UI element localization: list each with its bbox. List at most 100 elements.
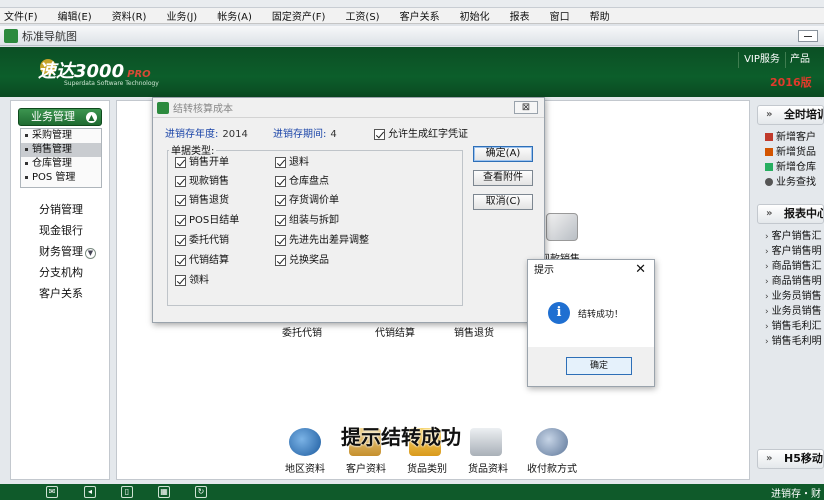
- doc-type-label: POS日结单: [189, 215, 240, 226]
- goods-data-icon[interactable]: [470, 428, 502, 456]
- menu-payroll[interactable]: 工资(S): [335, 8, 389, 23]
- region-data-icon[interactable]: [289, 428, 321, 456]
- report-link[interactable]: › 业务员销售: [765, 304, 824, 319]
- nav-finance[interactable]: 财务管理 ▼: [39, 241, 96, 262]
- report-link[interactable]: › 销售毛利明: [765, 334, 824, 349]
- dialog-close-button[interactable]: ⊠: [514, 101, 538, 114]
- goods-category-label[interactable]: 货品类别: [407, 460, 447, 475]
- menu-edit[interactable]: 编辑(E): [48, 8, 102, 23]
- business-search-link[interactable]: 业务查找: [765, 175, 824, 190]
- checkbox-checked-icon[interactable]: [275, 214, 286, 226]
- report-link[interactable]: › 客户销售汇: [765, 229, 824, 244]
- checkbox-checked-icon[interactable]: [275, 234, 286, 246]
- doc-type-checkbox[interactable]: 现款销售: [175, 175, 229, 189]
- consignment-settlement-label[interactable]: 代销结算: [375, 324, 415, 339]
- allow-red-voucher-checkbox[interactable]: 允许生成红字凭证: [374, 125, 468, 140]
- menu-business[interactable]: 业务(J): [156, 8, 207, 23]
- customer-data-label[interactable]: 客户资料: [346, 460, 386, 475]
- speaker-icon[interactable]: ◂: [84, 486, 96, 498]
- doc-type-checkbox[interactable]: 销售开单: [175, 156, 229, 170]
- dialog-title-bar[interactable]: 结转核算成本: [153, 98, 544, 118]
- menu-crm[interactable]: 客户关系: [390, 8, 450, 23]
- arrow-right-icon: ›: [765, 247, 769, 257]
- message-ok-button[interactable]: 确定: [566, 357, 632, 375]
- confirm-button[interactable]: 确定(A): [473, 146, 533, 162]
- sales-return-label[interactable]: 销售退货: [454, 324, 494, 339]
- doc-type-checkbox[interactable]: 组装与拆卸: [275, 214, 339, 228]
- expand-icon[interactable]: ▼: [85, 248, 96, 259]
- report-link[interactable]: › 客户销售明: [765, 244, 824, 259]
- checkbox-checked-icon[interactable]: [175, 254, 186, 266]
- double-chevron-icon: »: [766, 208, 773, 219]
- cancel-button[interactable]: 取消(C): [473, 194, 533, 210]
- payment-method-icon[interactable]: [536, 428, 568, 456]
- doc-type-checkbox[interactable]: 兑换奖品: [275, 254, 329, 268]
- nav-pos[interactable]: POS 管理: [21, 171, 101, 185]
- collapse-icon[interactable]: ▲: [86, 112, 97, 123]
- nav-purchase[interactable]: 采购管理: [21, 129, 101, 143]
- menu-init[interactable]: 初始化: [450, 8, 500, 23]
- doc-type-checkbox[interactable]: 存货调价单: [275, 194, 339, 208]
- minimize-button[interactable]: [798, 30, 818, 42]
- menu-fixed-assets[interactable]: 固定资产(F): [262, 8, 336, 23]
- doc-type-checkbox[interactable]: 代销结算: [175, 254, 229, 268]
- view-attachments-button[interactable]: 查看附件: [473, 170, 533, 186]
- nav-finance-label: 财务管理: [39, 245, 83, 258]
- doc-type-checkbox[interactable]: POS日结单: [175, 214, 239, 228]
- doc-type-checkbox[interactable]: 先进先出差异调整: [275, 234, 369, 248]
- nav-sales[interactable]: 销售管理: [21, 143, 101, 157]
- checkbox-checked-icon[interactable]: [275, 194, 286, 206]
- checkbox-checked-icon[interactable]: [175, 175, 186, 187]
- checkbox-checked-icon[interactable]: [175, 234, 186, 246]
- menu-window[interactable]: 窗口: [540, 8, 580, 23]
- refresh-icon[interactable]: ↻: [195, 486, 207, 498]
- product-link[interactable]: 产品: [790, 52, 810, 68]
- module-list: 分销管理 现金银行 财务管理 ▼ 分支机构 客户关系: [39, 199, 96, 304]
- cash-sales-icon[interactable]: [546, 213, 578, 241]
- checkbox-checked-icon[interactable]: [175, 214, 186, 226]
- goods-data-label[interactable]: 货品资料: [468, 460, 508, 475]
- report-link[interactable]: › 商品销售明: [765, 274, 824, 289]
- report-link[interactable]: › 业务员销售: [765, 289, 824, 304]
- checkbox-checked-icon[interactable]: [275, 254, 286, 266]
- doc-type-checkbox[interactable]: 仓库盘点: [275, 175, 329, 189]
- vip-service-link[interactable]: VIP服务: [738, 52, 786, 68]
- book-icon[interactable]: ▯: [121, 486, 133, 498]
- checkbox-checked-icon[interactable]: [275, 156, 286, 168]
- report-link[interactable]: › 销售毛利汇: [765, 319, 824, 334]
- region-data-label[interactable]: 地区资料: [285, 460, 325, 475]
- checkbox-checked-icon[interactable]: [175, 156, 186, 168]
- menu-help[interactable]: 帮助: [580, 8, 620, 23]
- mobile-section-header[interactable]: » H5移动: [757, 449, 824, 469]
- checkbox-checked-icon[interactable]: [275, 175, 286, 187]
- checkbox-checked-icon[interactable]: [175, 194, 186, 206]
- report-link[interactable]: › 商品销售汇: [765, 259, 824, 274]
- menu-data[interactable]: 资料(R): [102, 8, 157, 23]
- logo-subtitle: Superdata Software Technology: [64, 80, 159, 87]
- doc-type-checkbox[interactable]: 销售退货: [175, 194, 229, 208]
- training-section-header[interactable]: » 全时培训: [757, 105, 824, 125]
- doc-type-checkbox[interactable]: 领料: [175, 274, 209, 288]
- menu-accounts[interactable]: 帐务(A): [207, 8, 262, 23]
- consignment-label[interactable]: 委托代销: [282, 324, 322, 339]
- new-customer-link[interactable]: 新增客户: [765, 130, 824, 145]
- new-goods-link[interactable]: 新增货品: [765, 145, 824, 160]
- mail-icon[interactable]: ✉: [46, 486, 58, 498]
- doc-type-checkbox[interactable]: 退料: [275, 156, 309, 170]
- nav-warehouse[interactable]: 仓库管理: [21, 157, 101, 171]
- business-management-header[interactable]: 业务管理 ▲: [18, 108, 102, 126]
- report-center-header[interactable]: » 报表中心: [757, 204, 824, 224]
- nav-branches[interactable]: 分支机构: [39, 262, 96, 283]
- doc-type-checkbox[interactable]: 委托代销: [175, 234, 229, 248]
- checkbox-checked-icon[interactable]: [374, 128, 385, 140]
- nav-distribution[interactable]: 分销管理: [39, 199, 96, 220]
- menu-reports[interactable]: 报表: [500, 8, 540, 23]
- nav-cash-bank[interactable]: 现金银行: [39, 220, 96, 241]
- menu-file[interactable]: 文件(F): [0, 8, 48, 23]
- close-icon[interactable]: ✕: [635, 263, 646, 277]
- new-warehouse-link[interactable]: 新增仓库: [765, 160, 824, 175]
- calculator-icon[interactable]: ▦: [158, 486, 170, 498]
- nav-crm[interactable]: 客户关系: [39, 283, 96, 304]
- payment-method-label[interactable]: 收付款方式: [527, 460, 577, 475]
- checkbox-checked-icon[interactable]: [175, 274, 186, 286]
